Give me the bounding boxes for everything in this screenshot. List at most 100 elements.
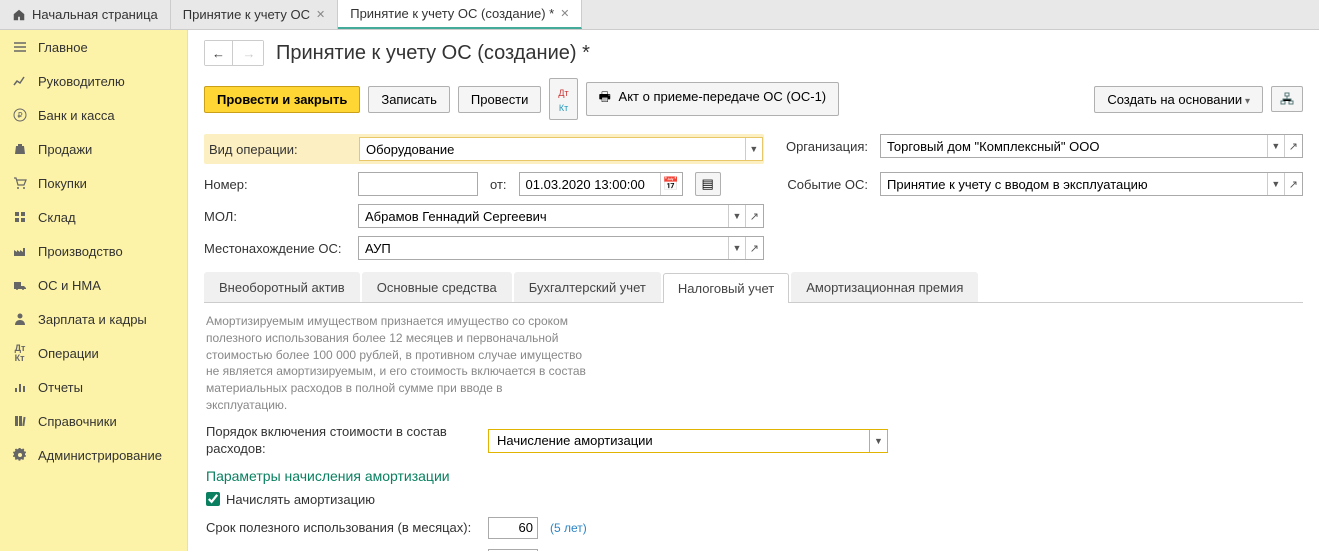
- toolbar: Провести и закрыть Записать Провести ДтК…: [204, 78, 1303, 120]
- post-button[interactable]: Провести: [458, 86, 542, 113]
- sidebar-item-admin[interactable]: Администрирование: [0, 438, 187, 472]
- dtkt-icon: ДтКт: [12, 345, 28, 361]
- sidebar-item-manager[interactable]: Руководителю: [0, 64, 187, 98]
- date-field[interactable]: 📅: [519, 172, 683, 196]
- home-icon: [12, 8, 26, 22]
- sidebar-item-operations[interactable]: ДтКт Операции: [0, 336, 187, 370]
- sidebar-item-label: Администрирование: [38, 448, 162, 463]
- location-label: Местонахождение ОС:: [204, 241, 352, 256]
- page-title: Принятие к учету ОС (создание) *: [276, 42, 590, 65]
- boxes-icon: [12, 209, 28, 225]
- sidebar-item-assets[interactable]: ОС и НМА: [0, 268, 187, 302]
- sidebar-item-label: ОС и НМА: [38, 278, 101, 293]
- sidebar-item-main[interactable]: Главное: [0, 30, 187, 64]
- sidebar-item-warehouse[interactable]: Склад: [0, 200, 187, 234]
- amort-section-header: Параметры начисления амортизации: [206, 468, 1301, 484]
- close-icon[interactable]: ✕: [560, 7, 569, 20]
- window-tabs: Начальная страница Принятие к учету ОС ✕…: [0, 0, 1319, 30]
- sidebar-item-sales[interactable]: Продажи: [0, 132, 187, 166]
- tab-home[interactable]: Начальная страница: [0, 0, 171, 29]
- open-ref-icon[interactable]: ↗: [745, 205, 763, 227]
- nav-back-button[interactable]: ←: [205, 41, 233, 65]
- sidebar-item-label: Продажи: [38, 142, 92, 157]
- useful-life-label: Срок полезного использования (в месяцах)…: [206, 520, 476, 535]
- chevron-down-icon[interactable]: ▼: [728, 205, 744, 227]
- tab-amort-bonus[interactable]: Амортизационная премия: [791, 272, 978, 302]
- location-field[interactable]: ▼ ↗: [358, 236, 764, 260]
- tab-doc-2-label: Принятие к учету ОС (создание) *: [350, 6, 554, 21]
- org-field[interactable]: ▼ ↗: [880, 134, 1303, 158]
- svg-text:₽: ₽: [17, 111, 22, 120]
- close-icon[interactable]: ✕: [316, 8, 325, 21]
- post-close-button[interactable]: Провести и закрыть: [204, 86, 360, 113]
- sidebar-item-label: Руководителю: [38, 74, 125, 89]
- op-type-field[interactable]: ▼: [359, 137, 763, 161]
- tab-accounting[interactable]: Бухгалтерский учет: [514, 272, 661, 302]
- sidebar-item-label: Покупки: [38, 176, 87, 191]
- tab-fixed-assets[interactable]: Основные средства: [362, 272, 512, 302]
- open-ref-icon[interactable]: ↗: [1284, 173, 1302, 195]
- sidebar-item-label: Справочники: [38, 414, 117, 429]
- chevron-down-icon[interactable]: ▼: [745, 138, 762, 160]
- sidebar-item-label: Операции: [38, 346, 99, 361]
- useful-life-hint: (5 лет): [550, 521, 587, 535]
- doc-tabs: Внеоборотный актив Основные средства Бух…: [204, 272, 1303, 303]
- ruble-icon: ₽: [12, 107, 28, 123]
- dtkt-button[interactable]: ДтКт: [549, 78, 577, 120]
- menu-icon: [12, 39, 28, 55]
- tab-tax-content: Амортизируемым имуществом признается иму…: [204, 303, 1303, 551]
- tax-info-text: Амортизируемым имуществом признается иму…: [206, 313, 586, 414]
- sidebar-item-label: Склад: [38, 210, 76, 225]
- chevron-down-icon[interactable]: ▼: [869, 430, 887, 452]
- chevron-down-icon[interactable]: ▼: [728, 237, 744, 259]
- tab-doc-2[interactable]: Принятие к учету ОС (создание) * ✕: [338, 0, 582, 29]
- sidebar-item-references[interactable]: Справочники: [0, 404, 187, 438]
- sidebar-item-bank[interactable]: ₽ Банк и касса: [0, 98, 187, 132]
- sidebar: Главное Руководителю ₽ Банк и касса Прод…: [0, 30, 188, 551]
- print-act-button[interactable]: 🖶 Акт о приеме-передаче ОС (ОС-1): [586, 82, 840, 116]
- tab-doc-1-label: Принятие к учету ОС: [183, 7, 310, 22]
- bar-chart-icon: [12, 379, 28, 395]
- chevron-down-icon[interactable]: ▼: [1267, 173, 1284, 195]
- barcode-button[interactable]: ▤: [695, 172, 721, 196]
- create-based-button[interactable]: Создать на основании: [1094, 86, 1263, 113]
- mol-label: МОЛ:: [204, 209, 352, 224]
- person-icon: [12, 311, 28, 327]
- tab-tax[interactable]: Налоговый учет: [663, 273, 789, 303]
- tab-doc-1[interactable]: Принятие к учету ОС ✕: [171, 0, 338, 29]
- sidebar-item-production[interactable]: Производство: [0, 234, 187, 268]
- open-ref-icon[interactable]: ↗: [745, 237, 763, 259]
- chart-line-icon: [12, 73, 28, 89]
- truck-icon: [12, 277, 28, 293]
- sidebar-item-purchases[interactable]: Покупки: [0, 166, 187, 200]
- mol-field[interactable]: ▼ ↗: [358, 204, 764, 228]
- calc-amort-checkbox[interactable]: [206, 492, 220, 506]
- event-field[interactable]: ▼ ↗: [880, 172, 1303, 196]
- useful-life-input[interactable]: [488, 517, 538, 539]
- sidebar-item-reports[interactable]: Отчеты: [0, 370, 187, 404]
- tab-noncurrent[interactable]: Внеоборотный актив: [204, 272, 360, 302]
- sidebar-item-label: Производство: [38, 244, 123, 259]
- structure-button[interactable]: [1271, 86, 1303, 112]
- from-label: от:: [490, 177, 507, 192]
- sidebar-item-label: Отчеты: [38, 380, 83, 395]
- sidebar-item-label: Зарплата и кадры: [38, 312, 147, 327]
- factory-icon: [12, 243, 28, 259]
- tab-home-label: Начальная страница: [32, 7, 158, 22]
- chevron-down-icon[interactable]: ▼: [1267, 135, 1284, 157]
- event-label: Событие ОС:: [784, 177, 874, 192]
- open-ref-icon[interactable]: ↗: [1284, 135, 1302, 157]
- op-type-label: Вид операции:: [205, 142, 353, 157]
- number-label: Номер:: [204, 177, 352, 192]
- org-label: Организация:: [784, 139, 874, 154]
- order-field[interactable]: ▼: [488, 429, 888, 453]
- sidebar-item-salary[interactable]: Зарплата и кадры: [0, 302, 187, 336]
- cart-icon: [12, 175, 28, 191]
- order-label: Порядок включения стоимости в состав рас…: [206, 424, 476, 458]
- printer-icon: 🖶: [599, 89, 611, 104]
- calc-amort-label: Начислять амортизацию: [226, 492, 375, 507]
- calendar-icon[interactable]: 📅: [660, 173, 682, 195]
- nav-forward-button[interactable]: →: [235, 41, 263, 65]
- save-button[interactable]: Записать: [368, 86, 450, 113]
- number-field[interactable]: [358, 172, 478, 196]
